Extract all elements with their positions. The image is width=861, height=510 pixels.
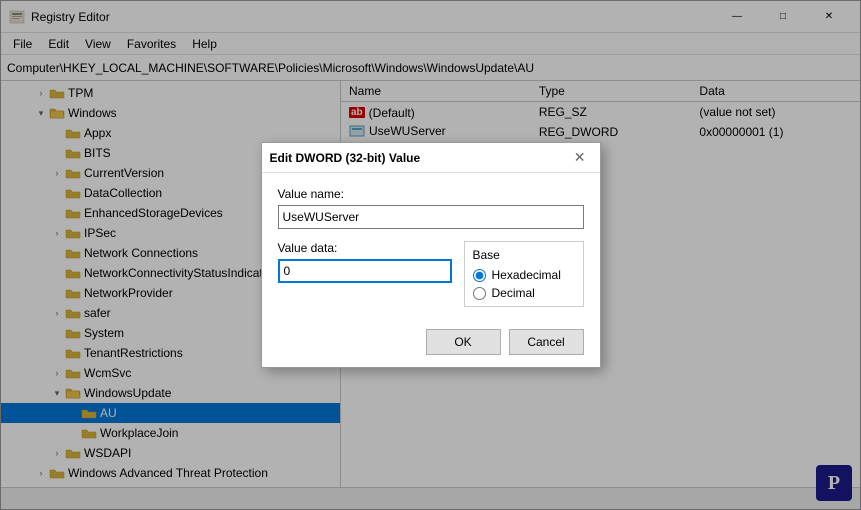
dialog-title-bar: Edit DWORD (32-bit) Value ✕ (262, 143, 600, 173)
value-data-label: Value data: (278, 241, 452, 255)
dialog-title: Edit DWORD (32-bit) Value (270, 151, 421, 165)
dialog-close-button[interactable]: ✕ (568, 147, 592, 168)
decimal-radio[interactable] (473, 287, 486, 300)
registry-editor-window: Registry Editor — □ ✕ FileEditViewFavori… (0, 0, 861, 510)
edit-dword-dialog: Edit DWORD (32-bit) Value ✕ Value name: … (261, 142, 601, 368)
dialog-body: Value name: Value data: Base Hexadecimal (262, 173, 600, 321)
value-name-label: Value name: (278, 187, 584, 201)
hexadecimal-option[interactable]: Hexadecimal (473, 268, 575, 282)
value-data-col: Value data: (278, 241, 452, 295)
value-name-input[interactable] (278, 205, 584, 229)
hexadecimal-radio[interactable] (473, 269, 486, 282)
ok-button[interactable]: OK (426, 329, 501, 355)
cancel-button[interactable]: Cancel (509, 329, 584, 355)
decimal-option[interactable]: Decimal (473, 286, 575, 300)
base-radio-group: Hexadecimal Decimal (473, 268, 575, 300)
modal-overlay: Edit DWORD (32-bit) Value ✕ Value name: … (0, 0, 861, 510)
decimal-label: Decimal (492, 286, 535, 300)
base-label: Base (473, 248, 575, 262)
value-row: Value data: Base Hexadecimal (278, 241, 584, 307)
value-data-input[interactable] (278, 259, 452, 283)
base-col: Base Hexadecimal Decimal (464, 241, 584, 307)
dialog-footer: OK Cancel (262, 321, 600, 367)
hexadecimal-label: Hexadecimal (492, 268, 561, 282)
